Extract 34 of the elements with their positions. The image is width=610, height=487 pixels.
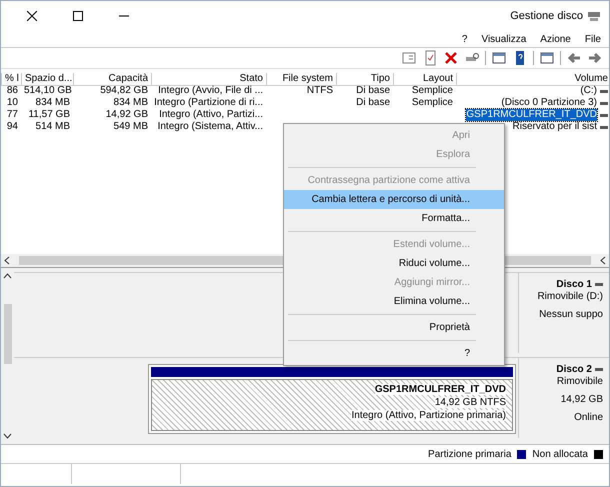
disk-detail: Online: [574, 412, 603, 423]
partition-size: 14,92 GB NTFS: [434, 397, 506, 408]
legend-label: Partizione primaria: [428, 448, 512, 460]
table-cell-text: Integro (Sistema, Attiv...: [156, 121, 264, 133]
legend-label: Non allocata: [532, 448, 588, 460]
partition-name: GSP1RMCULFRER_IT_DVD: [374, 384, 506, 395]
table-cell-text: Integro (Avvio, File di ...: [157, 85, 264, 97]
partition-status: Integro (Attivo, Partizione primaria): [351, 410, 506, 421]
table-cell-text: 94: [6, 121, 19, 133]
table-cell-text: 549 MB: [112, 121, 149, 133]
table-cell-text: 14,92 GB: [104, 109, 149, 121]
disk-detail: Nessun suppo: [539, 309, 603, 320]
table-cell-text: Integro (Partizione di ri...: [153, 97, 264, 109]
table-cell-text: Di base: [355, 85, 391, 97]
table-cell-text: 514 MB: [34, 121, 71, 133]
disk-name: Disco 2: [556, 364, 592, 375]
disk-detail: Rimovibile (D:): [537, 291, 603, 302]
table-cell-text: Semplice: [410, 97, 454, 109]
table-cell-text: Semplice: [410, 85, 454, 97]
table-cell-text: 11,57 GB: [27, 109, 71, 121]
disk-name: Disco 1: [556, 279, 592, 290]
disk-detail: 14,92 GB: [560, 394, 603, 405]
table-cell-text: NTFS: [306, 85, 334, 97]
table-cell-text: 834 MB: [34, 97, 71, 109]
window-title: Gestione disco: [510, 10, 583, 22]
disk-detail: Rimovibile: [556, 376, 603, 387]
table-cell-text: 594,82 GB: [99, 85, 149, 97]
table-cell-text: 77: [6, 109, 19, 121]
table-cell-text: 514,10 GB: [23, 85, 73, 97]
table-cell-text: 834 MB: [112, 97, 149, 109]
table-cell-text: 86: [6, 85, 19, 97]
table-cell-text: Integro (Attivo, Partizi...: [158, 109, 264, 121]
table-cell-text: Di base: [355, 97, 391, 109]
table-cell-text: 10: [6, 97, 19, 109]
